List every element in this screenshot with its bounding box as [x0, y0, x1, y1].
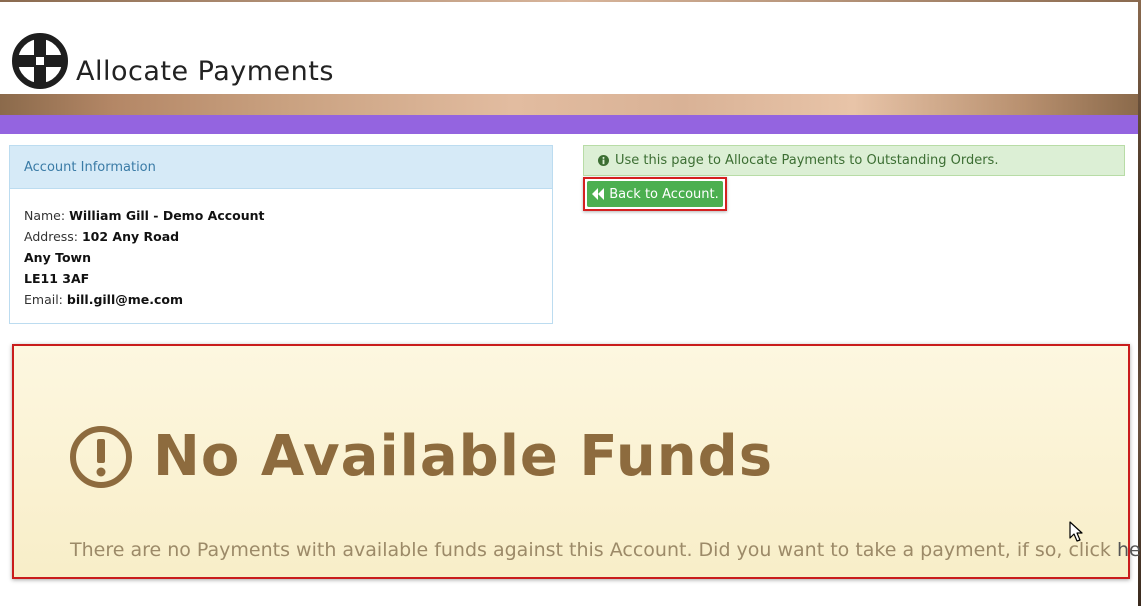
email-value: bill.gill@me.com	[66, 292, 184, 307]
account-information-panel: Account Information Name: William Gill -…	[9, 145, 553, 324]
take-payment-link[interactable]: here	[1117, 539, 1141, 561]
account-address-line-2: Any Town	[24, 247, 538, 268]
header-banner	[0, 94, 1138, 115]
panel-body: Name: William Gill - Demo Account Addres…	[10, 189, 552, 310]
back-button-highlight: Back to Account.	[583, 177, 727, 211]
no-funds-message: There are no Payments with available fun…	[70, 539, 1141, 561]
exclamation-circle-icon	[70, 426, 132, 488]
info-alert-text: Use this page to Allocate Payments to Ou…	[615, 153, 999, 168]
account-name-row: Name: William Gill - Demo Account	[24, 205, 538, 226]
address-line-2: Any Town	[24, 250, 91, 265]
panel-heading: Account Information	[10, 146, 552, 189]
no-funds-message-text: There are no Payments with available fun…	[70, 539, 1117, 561]
crosshair-logo-icon	[12, 33, 68, 89]
back-button-label: Back to Account.	[609, 186, 719, 202]
account-address-line-3: LE11 3AF	[24, 268, 538, 289]
mouse-cursor-icon	[1069, 521, 1083, 542]
nav-bar	[0, 115, 1138, 134]
address-line-3: LE11 3AF	[24, 271, 90, 286]
name-label: Name:	[24, 208, 66, 223]
info-circle-icon	[598, 155, 609, 166]
address-line-1: 102 Any Road	[81, 229, 180, 244]
address-label: Address:	[24, 229, 78, 244]
back-to-account-button[interactable]: Back to Account.	[587, 181, 723, 207]
page-title: Allocate Payments	[76, 56, 334, 87]
account-address-row: Address: 102 Any Road	[24, 226, 538, 247]
no-funds-alert: No Available Funds There are no Payments…	[12, 344, 1141, 579]
page-header: Allocate Payments	[0, 2, 1138, 94]
info-alert: Use this page to Allocate Payments to Ou…	[583, 145, 1125, 176]
double-chevron-left-icon	[592, 188, 605, 200]
no-funds-title: No Available Funds	[153, 424, 774, 489]
email-label: Email:	[24, 292, 63, 307]
account-email-row: Email: bill.gill@me.com	[24, 289, 538, 310]
name-value: William Gill - Demo Account	[69, 208, 265, 223]
